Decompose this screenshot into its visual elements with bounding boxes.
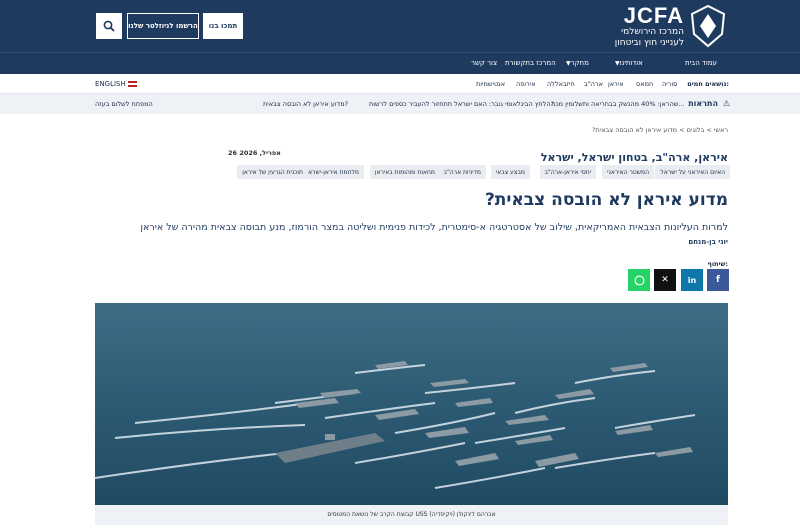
site-logo[interactable]: JCFA המרכז הירושלמי לענייני חוץ וביטחון	[615, 5, 684, 49]
donate-button[interactable]: תמכו בנו	[203, 13, 243, 39]
alerts-bar: התראות ⚠ שהראן: 40% מהנשק בבחריאה ותשלומ…	[0, 94, 800, 114]
topic-link[interactable]: אירופה	[516, 80, 536, 88]
share-whatsapp-button[interactable]	[628, 269, 650, 291]
x-icon: ✕	[661, 275, 669, 285]
article-lead: למרות העליונות הצבאית האמריקאית, שילוב ש…	[140, 222, 728, 233]
topic-link[interactable]: אנטישמיות	[476, 80, 505, 88]
share-x-button[interactable]: ✕	[654, 269, 676, 291]
search-button[interactable]	[96, 13, 122, 39]
whatsapp-icon	[634, 275, 644, 285]
nav-item-contact[interactable]: צור קשר	[471, 59, 497, 67]
topic-link[interactable]: ארה"ב	[584, 80, 603, 88]
tag-chip[interactable]: תוכנית הגרעין של איראן	[237, 165, 308, 179]
main-nav: עמוד הבית ▼אודותינו ▼מחקר המרכז בתקשורת …	[0, 52, 800, 74]
tag-chip[interactable]: מחאות ומהומות באיראן	[369, 165, 440, 179]
nav-label: צור קשר	[471, 59, 498, 67]
share-facebook-button[interactable]: f	[707, 269, 729, 291]
us-flag-icon	[127, 81, 137, 87]
newsletter-button[interactable]: הרשמו לניוזלטר שלנו	[127, 13, 199, 39]
tag-chip[interactable]: מלחמת איראן-ישראל	[299, 165, 364, 179]
nav-label: מחקר	[570, 59, 589, 67]
hot-topics-label: נושאים חמים:	[687, 80, 729, 88]
tag-chip[interactable]: מדיניות ארה"ב	[438, 165, 486, 179]
linkedin-icon: in	[687, 275, 697, 285]
tag-chip[interactable]: המשטר האיראני	[602, 165, 654, 179]
breadcrumb[interactable]: ראשי > בלוגים > מדוע איראן לא הובסה צבאי…	[592, 126, 728, 134]
warning-icon: ⚠	[722, 99, 730, 108]
topic-link[interactable]: חמאס	[636, 80, 653, 88]
nav-item-about[interactable]: ▼אודותינו	[612, 59, 643, 67]
nav-label: עמוד הבית	[685, 59, 717, 67]
tag-chip[interactable]: יחסי איראן-ארה"ב	[539, 165, 596, 179]
alert-link[interactable]: מדוע איראן לא הובסה צבאית?	[263, 100, 348, 108]
logo-line1: המרכז הירושלמי	[621, 27, 684, 37]
language-label: ENGLISH	[95, 80, 126, 88]
topic-link[interactable]: חיזבאללה	[547, 80, 575, 88]
share-linkedin-button[interactable]: in	[681, 269, 703, 291]
article-categories[interactable]: איראן, ארה"ב, בטחון ישראל, ישראל	[541, 151, 728, 164]
alerts-title: התראות	[688, 99, 718, 108]
tag-chip[interactable]: מבצע צבאי	[490, 165, 530, 179]
article-image	[95, 303, 728, 505]
image-caption: קבוצת הקרב של נושאת המטוסים USS אברהם לי…	[95, 505, 728, 525]
tag-chip[interactable]: האיום האיראני על ישראל	[655, 165, 730, 179]
hot-topics-bar: נושאים חמים: סוריה חמאס איראן ארה"ב חיזב…	[0, 74, 800, 94]
alert-link[interactable]: המפתח לשלום בעזה	[95, 100, 153, 108]
topic-link[interactable]: סוריה	[662, 80, 677, 88]
logo-title: JCFA	[623, 3, 684, 28]
site-header: JCFA המרכז הירושלמי לענייני חוץ וביטחון …	[0, 0, 800, 52]
logo-line2: לענייני חוץ וביטחון	[614, 38, 684, 48]
language-switch[interactable]: ENGLISH	[95, 80, 137, 88]
aircraft-carrier-group-photo	[95, 303, 728, 505]
alert-link[interactable]: שהראן: 40% מהנשק בבחריאה ותשלומין מכה...	[551, 100, 685, 108]
article-title: מדוע איראן לא הובסה צבאית?	[484, 190, 728, 210]
nav-item-research[interactable]: ▼מחקר	[563, 59, 589, 67]
search-icon	[103, 20, 115, 32]
nav-label: המרכז בתקשורת	[505, 59, 556, 67]
nav-item-home[interactable]: עמוד הבית	[685, 59, 717, 67]
facebook-icon: f	[716, 275, 720, 285]
tag-list: האיום האיראני על ישראל המשטר האיראני יחס…	[237, 165, 730, 179]
article-date: 26 אפריל, 2026	[228, 149, 281, 157]
topic-link[interactable]: איראן	[608, 80, 624, 88]
alert-link[interactable]: הלחץ הבינלאומי גובר: האם ישראל תתחזור לה…	[369, 100, 554, 108]
jcfa-logo-emblem[interactable]	[688, 4, 728, 48]
nav-label: אודותינו	[619, 59, 643, 67]
share-label: שיתוף:	[707, 260, 728, 268]
article-author[interactable]: יוני בן-מנחם	[688, 238, 728, 246]
nav-item-media[interactable]: המרכז בתקשורת	[505, 59, 556, 67]
